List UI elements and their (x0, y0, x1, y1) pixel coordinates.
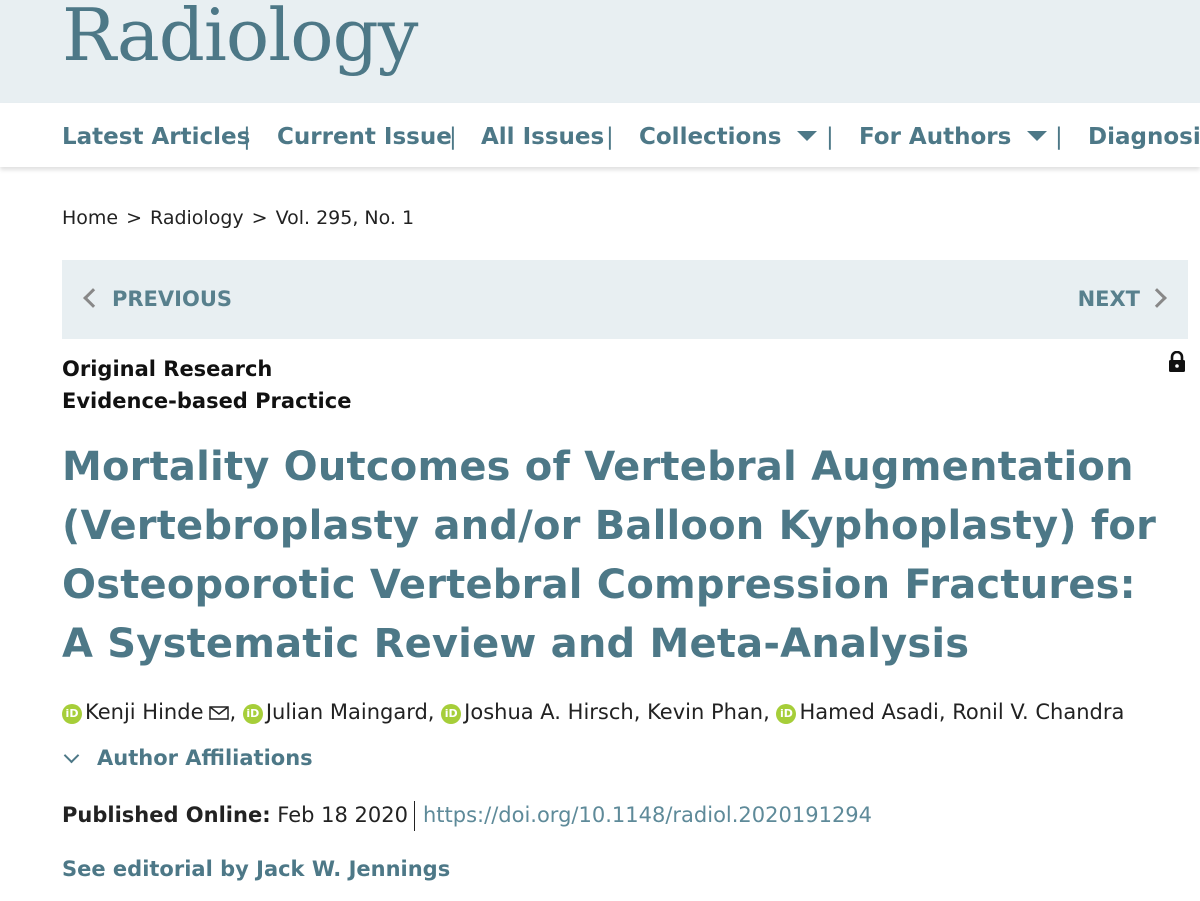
next-button[interactable]: NEXT (1077, 287, 1167, 311)
nav-for-authors-label: For Authors (859, 124, 1012, 150)
author-name[interactable]: Joshua A. Hirsch (464, 700, 634, 724)
previous-button[interactable]: PREVIOUS (83, 287, 233, 311)
author-name[interactable]: Hamed Asadi (799, 700, 938, 724)
author-affiliations-label: Author Affiliations (97, 746, 313, 770)
nav-collections[interactable]: Collections (639, 122, 818, 152)
main-nav: Latest Articles | Current Issue | All Is… (0, 103, 1200, 167)
author-name[interactable]: Kenji Hinde (85, 700, 203, 724)
author-affiliations-toggle[interactable]: Author Affiliations (63, 746, 313, 770)
chevron-right-icon (1147, 288, 1167, 308)
editorial-link[interactable]: See editorial by Jack W. Jennings (62, 857, 450, 881)
orcid-icon[interactable]: iD (62, 704, 82, 724)
orcid-icon[interactable]: iD (776, 704, 797, 724)
nav-separator: | (606, 124, 614, 150)
email-icon[interactable] (209, 706, 230, 720)
chevron-down-icon (63, 747, 80, 763)
nav-separator: | (243, 124, 251, 150)
next-label: NEXT (1077, 287, 1140, 311)
article-type-primary: Original Research (62, 357, 273, 381)
caret-down-icon (797, 131, 818, 141)
orcid-icon[interactable]: iD (441, 704, 462, 724)
published-label: Published Online: (62, 803, 271, 827)
previous-label: PREVIOUS (112, 287, 233, 311)
masthead: Radiology (0, 0, 1200, 103)
caret-down-icon (1027, 131, 1048, 141)
lock-icon (1169, 351, 1185, 372)
publication-info: Published Online: Feb 18 2020 https://doi… (62, 801, 872, 831)
breadcrumb: Home > Radiology > Vol. 295, No. 1 (62, 207, 414, 229)
published-date: Feb 18 2020 (277, 803, 408, 827)
breadcrumb-home[interactable]: Home (62, 207, 118, 229)
author-name[interactable]: Kevin Phan (647, 700, 763, 724)
nav-latest-articles[interactable]: Latest Articles (62, 122, 250, 152)
nav-separator: | (1055, 124, 1063, 150)
doi-link[interactable]: https://doi.org/10.1148/radiol.202019129… (423, 803, 872, 827)
author-name[interactable]: Julian Maingard (266, 700, 428, 724)
journal-logo[interactable]: Radiology (62, 0, 418, 75)
article-title: Mortality Outcomes of Vertebral Augmenta… (62, 444, 1157, 667)
nav-current-issue[interactable]: Current Issue (277, 122, 452, 152)
nav-collections-label: Collections (639, 124, 782, 150)
nav-for-authors[interactable]: For Authors (859, 122, 1048, 152)
nav-diagnosis[interactable]: Diagnosis (1088, 122, 1200, 152)
breadcrumb-separator: > (251, 207, 268, 229)
chevron-left-icon (83, 288, 103, 308)
article-type-secondary: Evidence-based Practice (62, 389, 352, 413)
divider (414, 801, 415, 831)
orcid-icon[interactable]: iD (242, 704, 263, 724)
nav-all-issues[interactable]: All Issues (481, 122, 604, 152)
breadcrumb-issue[interactable]: Vol. 295, No. 1 (276, 207, 415, 229)
nav-separator: | (449, 124, 457, 150)
author-list: iD Kenji Hinde, iD Julian Maingard, iD Josh… (62, 700, 1124, 724)
breadcrumb-radiology[interactable]: Radiology (150, 207, 244, 229)
nav-separator: | (826, 124, 834, 150)
author-name[interactable]: Ronil V. Chandra (952, 700, 1124, 724)
breadcrumb-separator: > (126, 207, 143, 229)
article-pager: PREVIOUS NEXT (62, 260, 1188, 339)
article-type: Original Research Evidence-based Practic… (62, 353, 351, 417)
